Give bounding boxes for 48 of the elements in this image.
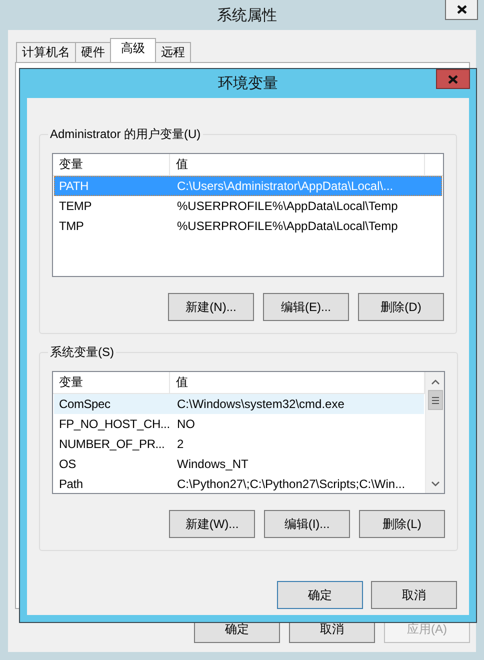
dialog-button[interactable]: 新建(N)... [168, 293, 254, 321]
column-header[interactable]: 值 [170, 154, 425, 175]
close-icon [448, 74, 458, 84]
scroll-thumb[interactable] [428, 390, 442, 410]
variable-row[interactable]: OS Windows_NT [54, 454, 424, 474]
variable-name: NUMBER_OF_PR... [58, 437, 166, 451]
dialog-button[interactable]: 删除(L) [359, 510, 445, 538]
variable-name: TEMP [58, 199, 93, 213]
variable-name: OS [58, 457, 77, 471]
variable-row[interactable]: ComSpec C:\Windows\system32\cmd.exe [54, 394, 424, 414]
dialog-button[interactable]: 确定 [277, 581, 363, 609]
scroll-down-icon[interactable] [430, 481, 440, 487]
group-title: 系统变量(S) [49, 344, 115, 361]
variable-row[interactable]: TEMP %USERPROFILE%\AppData\Local\Temp [54, 196, 442, 216]
dialog-button[interactable]: 编辑(I)... [264, 510, 350, 538]
variable-row[interactable]: Path C:\Python27\;C:\Python27\Scripts;C:\Win... [54, 474, 424, 493]
tab[interactable]: 计算机名 [16, 42, 76, 62]
window-title: 系统属性 [217, 6, 277, 24]
dialog-title: 环境变量 [218, 74, 278, 93]
scrollbar[interactable] [425, 372, 444, 493]
tab[interactable]: 远程 [155, 42, 191, 62]
close-icon [456, 5, 466, 14]
variable-name: Path [58, 477, 84, 491]
column-header[interactable]: 变量 [53, 372, 170, 393]
group-title: Administrator 的用户变量(U) [49, 126, 202, 143]
variable-row[interactable]: FP_NO_HOST_CH... NO [54, 414, 424, 434]
close-button[interactable] [445, 0, 478, 20]
variable-value: C:\Python27\;C:\Python27\Scripts;C:\Win... [176, 477, 406, 491]
dialog-button[interactable]: 新建(W)... [169, 510, 255, 538]
variable-row[interactable]: TMP %USERPROFILE%\AppData\Local\Temp [54, 216, 442, 236]
variable-value: C:\Users\Administrator\AppData\Local\... [176, 179, 394, 193]
column-header[interactable]: 变量 [53, 154, 170, 175]
variable-name: ComSpec [58, 397, 112, 411]
tab[interactable]: 高级 [110, 38, 156, 62]
dialog-button[interactable]: 编辑(E)... [263, 293, 349, 321]
dialog-button[interactable]: 取消 [371, 581, 457, 609]
variable-value: %USERPROFILE%\AppData\Local\Temp [176, 199, 399, 213]
variable-value: Windows_NT [176, 457, 250, 471]
variable-name: PATH [58, 179, 90, 193]
variable-value: C:\Windows\system32\cmd.exe [176, 397, 346, 411]
variable-name: FP_NO_HOST_CH... [58, 417, 171, 431]
variable-row[interactable]: NUMBER_OF_PR... 2 [54, 434, 424, 454]
dialog-button[interactable]: 删除(D) [358, 293, 444, 321]
variable-value: NO [176, 417, 196, 431]
variable-value: %USERPROFILE%\AppData\Local\Temp [176, 219, 399, 233]
variable-value: 2 [176, 437, 185, 451]
scroll-up-icon[interactable] [430, 379, 440, 385]
variable-name: TMP [58, 219, 85, 233]
